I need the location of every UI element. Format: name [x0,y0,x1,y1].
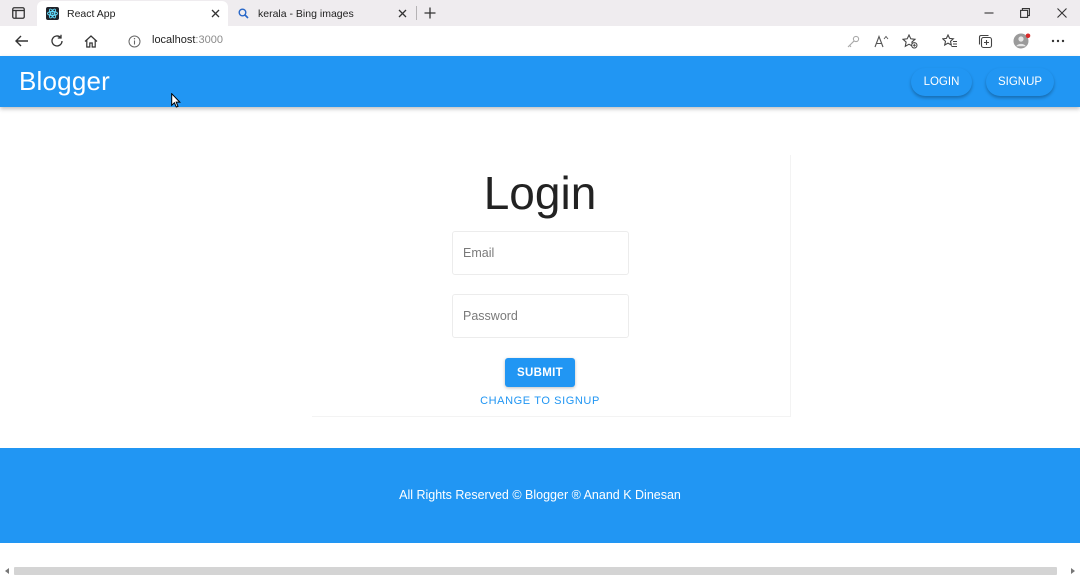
browser-toolbar: localhost:3000 [0,26,1080,56]
more-options-icon[interactable] [1049,32,1067,50]
app-bar: Blogger LOGIN SIGNUP [0,56,1080,107]
submit-button[interactable]: SUBMIT [505,358,575,387]
search-icon [236,7,250,21]
url-port: :3000 [195,34,223,46]
email-field[interactable] [452,231,629,275]
scroll-left-icon[interactable] [3,567,11,575]
login-nav-button[interactable]: LOGIN [911,68,972,96]
refresh-icon[interactable] [47,31,67,51]
close-icon[interactable] [394,6,410,22]
home-icon[interactable] [81,31,101,51]
browser-tab-strip: React App kerala - Bing images [0,0,1080,26]
tab-title: kerala - Bing images [258,7,354,20]
scrollbar-thumb[interactable] [14,567,1057,575]
scroll-right-icon[interactable] [1069,567,1077,575]
footer-copyright: All Rights Reserved © Blogger ® Anand K … [399,488,681,502]
url-host: localhost [152,34,196,46]
mouse-cursor-icon [171,93,181,108]
tab-bing-images[interactable]: kerala - Bing images [228,1,415,26]
site-info-icon[interactable] [124,31,144,51]
window-close-icon[interactable] [1052,3,1072,23]
tab-actions-icon[interactable] [9,4,27,22]
tab-react-app[interactable]: React App [37,1,228,26]
password-key-icon[interactable] [844,32,862,50]
restore-icon[interactable] [1015,3,1035,23]
page-title: Login [483,167,597,219]
favorites-icon[interactable] [941,32,959,50]
minimize-icon[interactable] [979,3,999,23]
change-to-signup-link[interactable]: CHANGE TO SIGNUP [0,395,1080,407]
address-bar[interactable]: localhost:3000 [152,34,223,46]
profile-avatar-icon[interactable] [1013,32,1031,50]
signup-nav-button[interactable]: SIGNUP [986,68,1054,96]
horizontal-scrollbar[interactable] [0,565,1080,577]
react-icon [45,7,59,21]
tab-title: React App [67,7,116,20]
add-favorite-icon[interactable] [901,32,919,50]
footer: All Rights Reserved © Blogger ® Anand K … [0,448,1080,543]
back-arrow-icon[interactable] [12,31,32,51]
brand-title[interactable]: Blogger [19,66,110,97]
close-icon[interactable] [207,6,223,22]
tab-divider [416,6,417,20]
collections-icon[interactable] [976,32,994,50]
new-tab-icon[interactable] [421,4,439,22]
password-field[interactable] [452,294,629,338]
read-aloud-icon[interactable] [872,32,890,50]
